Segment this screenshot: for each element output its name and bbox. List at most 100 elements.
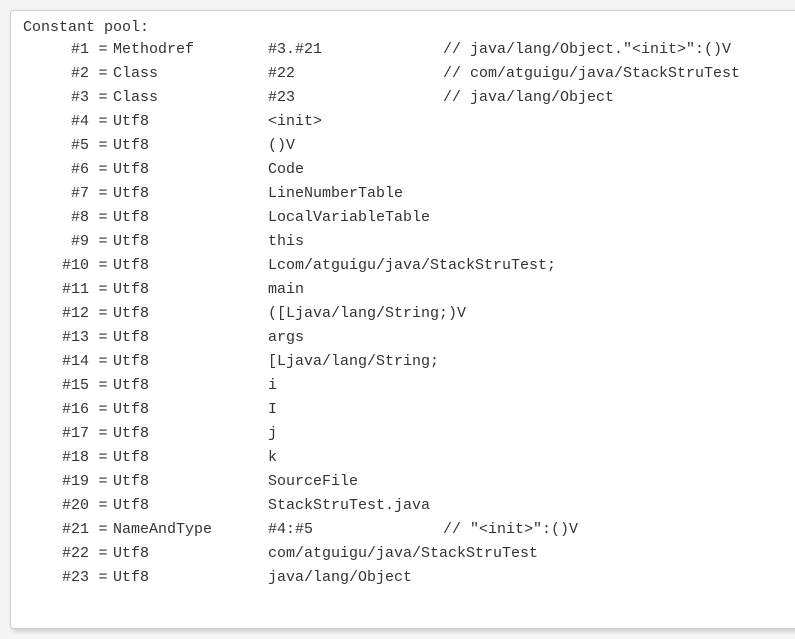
constant-pool-entry: #20=Utf8StackStruTest.java	[11, 494, 795, 518]
entry-value: ()V	[268, 134, 443, 158]
equals-sign: =	[93, 278, 113, 302]
entry-comment	[443, 398, 792, 422]
entry-type: Utf8	[113, 302, 268, 326]
entry-index: #4	[23, 110, 93, 134]
constant-pool-entry: #7=Utf8LineNumberTable	[11, 182, 795, 206]
entry-index: #6	[23, 158, 93, 182]
entries-list: #1=Methodref#3.#21// java/lang/Object."<…	[11, 38, 795, 590]
constant-pool-entry: #16=Utf8I	[11, 398, 795, 422]
entry-index: #18	[23, 446, 93, 470]
entry-value: main	[268, 278, 443, 302]
constant-pool-entry: #11=Utf8main	[11, 278, 795, 302]
entry-comment	[443, 206, 792, 230]
constant-pool-entry: #2=Class#22// com/atguigu/java/StackStru…	[11, 62, 795, 86]
entry-value: Code	[268, 158, 443, 182]
equals-sign: =	[93, 182, 113, 206]
constant-pool-entry: #19=Utf8SourceFile	[11, 470, 795, 494]
equals-sign: =	[93, 350, 113, 374]
entry-type: Utf8	[113, 494, 268, 518]
entry-index: #11	[23, 278, 93, 302]
entry-comment	[443, 230, 792, 254]
constant-pool-entry: #23=Utf8java/lang/Object	[11, 566, 795, 590]
equals-sign: =	[93, 230, 113, 254]
equals-sign: =	[93, 494, 113, 518]
entry-index: #14	[23, 350, 93, 374]
entry-index: #3	[23, 86, 93, 110]
entry-type: Utf8	[113, 350, 268, 374]
entry-comment	[443, 302, 792, 326]
entry-comment: // com/atguigu/java/StackStruTest	[443, 62, 792, 86]
entry-index: #21	[23, 518, 93, 542]
entry-type: Utf8	[113, 110, 268, 134]
entry-index: #2	[23, 62, 93, 86]
equals-sign: =	[93, 470, 113, 494]
entry-value: this	[268, 230, 443, 254]
entry-type: Class	[113, 86, 268, 110]
entry-index: #8	[23, 206, 93, 230]
entry-index: #15	[23, 374, 93, 398]
entry-comment	[443, 494, 792, 518]
entry-type: Utf8	[113, 326, 268, 350]
equals-sign: =	[93, 446, 113, 470]
entry-comment	[443, 158, 792, 182]
equals-sign: =	[93, 86, 113, 110]
entry-type: Utf8	[113, 542, 268, 566]
entry-type: Utf8	[113, 470, 268, 494]
entry-value: j	[268, 422, 443, 446]
entry-value: #23	[268, 86, 443, 110]
entry-index: #7	[23, 182, 93, 206]
constant-pool-entry: #10=Utf8Lcom/atguigu/java/StackStruTest;	[11, 254, 795, 278]
entry-value: Lcom/atguigu/java/StackStruTest;	[268, 254, 443, 278]
entry-type: Utf8	[113, 158, 268, 182]
constant-pool-entry: #13=Utf8args	[11, 326, 795, 350]
constant-pool-panel: Constant pool: #1=Methodref#3.#21// java…	[10, 10, 795, 629]
entry-type: Class	[113, 62, 268, 86]
entry-type: Methodref	[113, 38, 268, 62]
constant-pool-entry: #12=Utf8([Ljava/lang/String;)V	[11, 302, 795, 326]
entry-index: #17	[23, 422, 93, 446]
entry-index: #12	[23, 302, 93, 326]
entry-comment	[443, 446, 792, 470]
equals-sign: =	[93, 374, 113, 398]
constant-pool-entry: #15=Utf8i	[11, 374, 795, 398]
equals-sign: =	[93, 206, 113, 230]
entry-type: Utf8	[113, 206, 268, 230]
entry-comment	[443, 326, 792, 350]
entry-type: Utf8	[113, 446, 268, 470]
entry-value: ([Ljava/lang/String;)V	[268, 302, 443, 326]
entry-type: Utf8	[113, 278, 268, 302]
section-header: Constant pool:	[11, 19, 795, 38]
equals-sign: =	[93, 302, 113, 326]
entry-value: I	[268, 398, 443, 422]
entry-comment	[443, 134, 792, 158]
entry-type: Utf8	[113, 422, 268, 446]
constant-pool-entry: #5=Utf8()V	[11, 134, 795, 158]
entry-comment	[443, 278, 792, 302]
entry-comment: // "<init>":()V	[443, 518, 792, 542]
entry-index: #9	[23, 230, 93, 254]
entry-comment: // java/lang/Object."<init>":()V	[443, 38, 792, 62]
entry-type: Utf8	[113, 566, 268, 590]
entry-index: #13	[23, 326, 93, 350]
entry-index: #19	[23, 470, 93, 494]
entry-comment	[443, 422, 792, 446]
equals-sign: =	[93, 518, 113, 542]
entry-index: #23	[23, 566, 93, 590]
entry-comment	[443, 182, 792, 206]
entry-index: #1	[23, 38, 93, 62]
entry-comment	[443, 350, 792, 374]
entry-index: #10	[23, 254, 93, 278]
entry-comment	[443, 374, 792, 398]
equals-sign: =	[93, 134, 113, 158]
entry-value: args	[268, 326, 443, 350]
equals-sign: =	[93, 62, 113, 86]
entry-value: LineNumberTable	[268, 182, 443, 206]
equals-sign: =	[93, 422, 113, 446]
entry-comment	[443, 470, 792, 494]
constant-pool-entry: #17=Utf8j	[11, 422, 795, 446]
equals-sign: =	[93, 542, 113, 566]
constant-pool-entry: #21=NameAndType#4:#5// "<init>":()V	[11, 518, 795, 542]
entry-type: Utf8	[113, 374, 268, 398]
entry-value: k	[268, 446, 443, 470]
constant-pool-entry: #8=Utf8LocalVariableTable	[11, 206, 795, 230]
